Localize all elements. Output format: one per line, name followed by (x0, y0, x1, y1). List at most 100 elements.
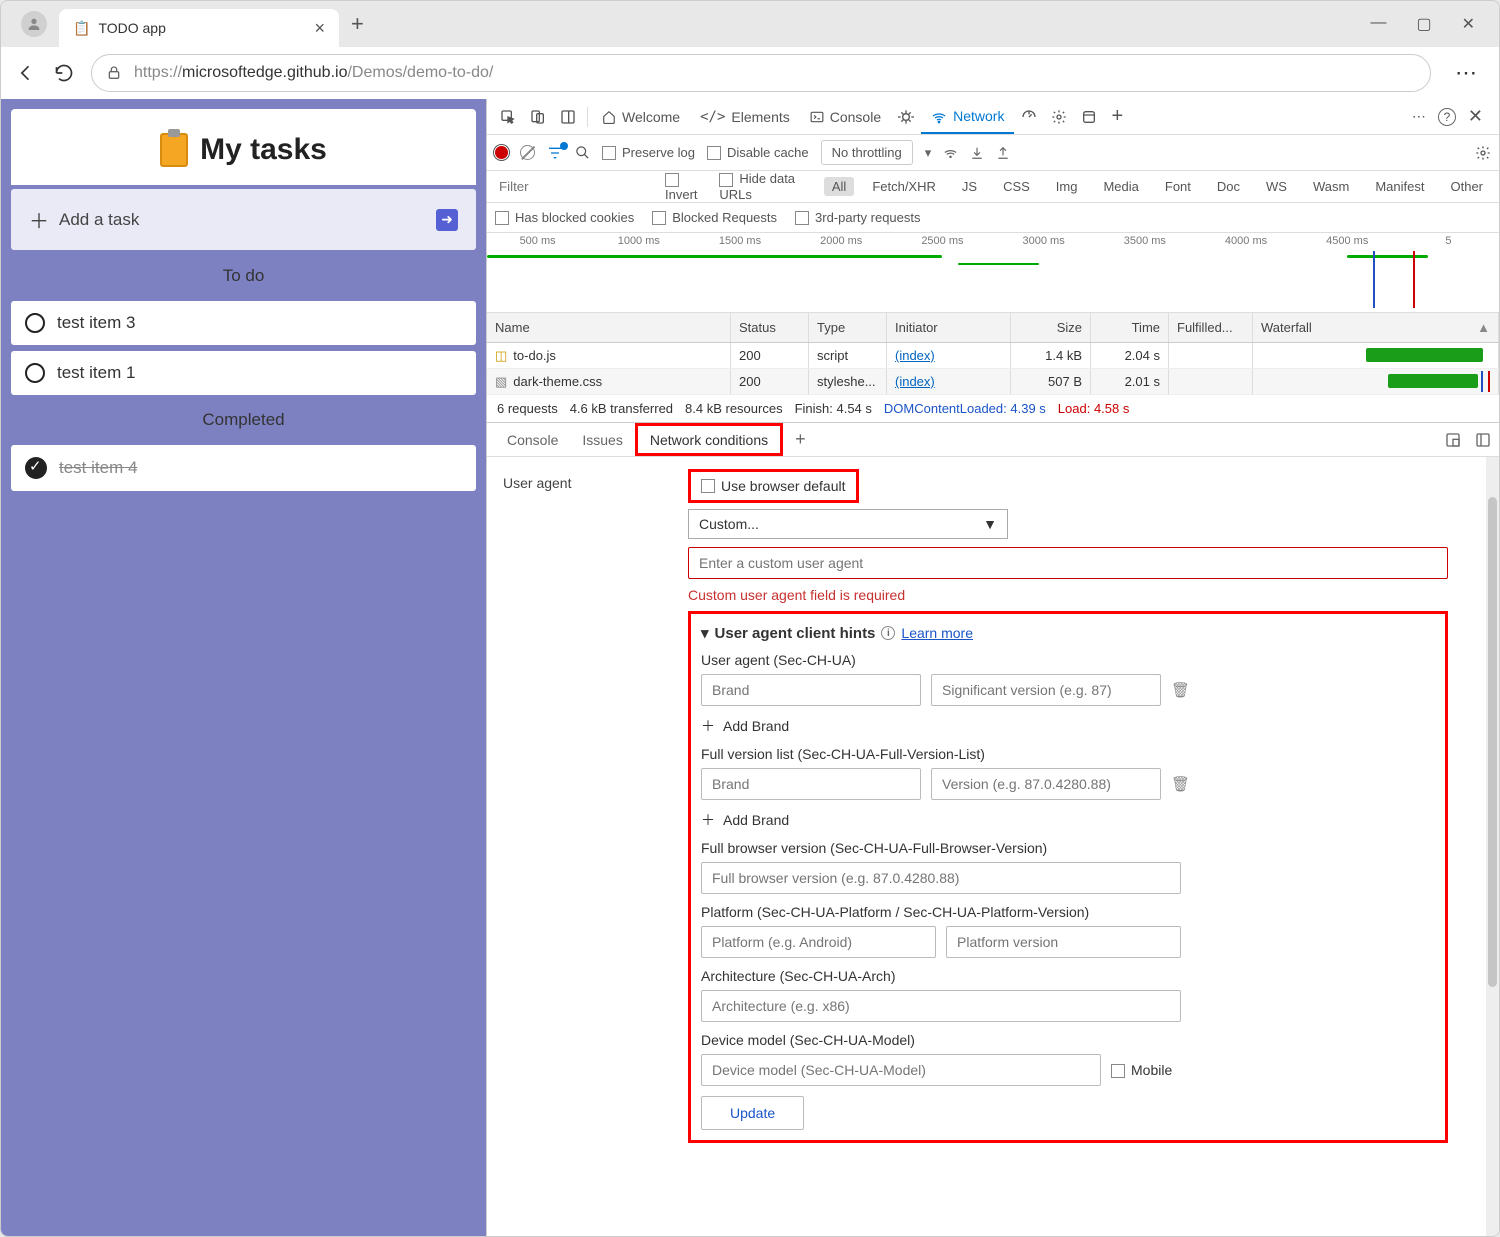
col-name[interactable]: Name (487, 313, 731, 342)
drawer-tab-console[interactable]: Console (495, 423, 570, 456)
tab-elements[interactable]: </>Elements (690, 99, 800, 134)
device-toggle-icon[interactable] (523, 109, 553, 125)
close-window-icon[interactable]: ✕ (1462, 14, 1475, 34)
drawer-tab-network-conditions[interactable]: Network conditions (635, 423, 783, 456)
filter-type[interactable]: Fetch/XHR (864, 177, 944, 196)
col-fulfilled[interactable]: Fulfilled... (1169, 313, 1253, 342)
col-time[interactable]: Time (1091, 313, 1169, 342)
drawer-add-tab-icon[interactable]: + (783, 423, 818, 456)
invert-checkbox[interactable]: Invert (665, 171, 709, 202)
throttle-caret-icon[interactable]: ▾ (925, 145, 932, 161)
full-browser-version-input[interactable] (701, 862, 1181, 894)
filter-type[interactable]: JS (954, 177, 985, 196)
architecture-input[interactable] (701, 990, 1181, 1022)
brand-input[interactable] (701, 768, 921, 800)
client-hints-toggle[interactable]: ▾ User agent client hints i Learn more (701, 624, 1435, 642)
profile-avatar[interactable] (21, 11, 47, 37)
mobile-checkbox[interactable]: Mobile (1111, 1062, 1172, 1078)
filter-type[interactable]: CSS (995, 177, 1038, 196)
platform-version-input[interactable] (946, 926, 1181, 958)
drawer-tab-issues[interactable]: Issues (570, 423, 634, 456)
filter-all[interactable]: All (824, 177, 854, 196)
add-tab-icon[interactable]: + (1104, 105, 1130, 128)
hide-data-urls-checkbox[interactable]: Hide data URLs (719, 171, 813, 202)
initiator-link[interactable]: (index) (895, 374, 935, 389)
record-icon[interactable] (495, 146, 508, 159)
browser-tab[interactable]: 📋 TODO app × (59, 9, 339, 47)
tab-console[interactable]: Console (800, 99, 891, 134)
network-settings-gear-icon[interactable] (1475, 145, 1491, 161)
col-size[interactable]: Size (1011, 313, 1091, 342)
search-icon[interactable] (575, 145, 590, 160)
overview-timeline[interactable]: 500 ms1000 ms1500 ms2000 ms2500 ms3000 m… (487, 233, 1499, 313)
close-devtools-icon[interactable]: ✕ (1468, 106, 1483, 127)
info-icon[interactable]: i (881, 626, 895, 640)
filter-type[interactable]: Other (1442, 177, 1491, 196)
application-icon[interactable] (1074, 109, 1104, 125)
use-browser-default-checkbox[interactable]: Use browser default (688, 469, 859, 503)
filter-type[interactable]: Img (1048, 177, 1086, 196)
request-row[interactable]: ◫to-do.js 200 script (index) 1.4 kB 2.04… (487, 343, 1499, 369)
task-item[interactable]: test item 3 (11, 301, 476, 345)
export-har-icon[interactable] (996, 146, 1010, 160)
significant-version-input[interactable] (931, 674, 1161, 706)
more-tools-icon[interactable]: ⋯ (1412, 108, 1426, 125)
trash-icon[interactable]: 🗑 (1171, 681, 1190, 699)
filter-type[interactable]: Wasm (1305, 177, 1357, 196)
filter-type[interactable]: Font (1157, 177, 1199, 196)
filter-type[interactable]: WS (1258, 177, 1295, 196)
custom-user-agent-input[interactable] (688, 547, 1448, 579)
task-item-completed[interactable]: test item 4 (11, 445, 476, 491)
inspect-icon[interactable] (493, 109, 523, 125)
clear-icon[interactable] (520, 145, 535, 160)
add-brand-button[interactable]: ＋Add Brand (701, 716, 1435, 736)
col-status[interactable]: Status (731, 313, 809, 342)
address-bar[interactable]: https://microsoftedge.github.io/Demos/de… (91, 54, 1431, 92)
blocked-requests-checkbox[interactable]: Blocked Requests (652, 210, 777, 226)
third-party-checkbox[interactable]: 3rd-party requests (795, 210, 921, 226)
settings-gear-icon[interactable] (1044, 109, 1074, 125)
import-har-icon[interactable] (970, 146, 984, 160)
throttling-select[interactable]: No throttling (821, 140, 913, 165)
filter-input[interactable] (495, 175, 655, 198)
user-agent-select[interactable]: Custom...▼ (688, 509, 1008, 539)
site-info-icon[interactable] (106, 65, 122, 81)
scrollbar[interactable] (1486, 457, 1499, 1236)
debug-icon[interactable] (891, 109, 921, 125)
add-brand-button[interactable]: ＋Add Brand (701, 810, 1435, 830)
tab-welcome[interactable]: Welcome (592, 99, 690, 134)
network-conditions-icon[interactable] (943, 145, 958, 160)
radio-unchecked-icon[interactable] (25, 313, 45, 333)
version-input[interactable] (931, 768, 1161, 800)
initiator-link[interactable]: (index) (895, 348, 935, 363)
radio-unchecked-icon[interactable] (25, 363, 45, 383)
learn-more-link[interactable]: Learn more (901, 625, 973, 641)
col-type[interactable]: Type (809, 313, 887, 342)
platform-input[interactable] (701, 926, 936, 958)
minimize-icon[interactable]: — (1370, 14, 1386, 34)
filter-type[interactable]: Manifest (1367, 177, 1432, 196)
back-icon[interactable] (15, 62, 37, 84)
help-icon[interactable]: ? (1438, 108, 1456, 126)
blocked-cookies-checkbox[interactable]: Has blocked cookies (495, 210, 634, 226)
drawer-dock-icon[interactable] (1445, 432, 1461, 448)
submit-arrow-icon[interactable]: ➜ (436, 209, 458, 231)
request-row[interactable]: ▧dark-theme.css 200 styleshe... (index) … (487, 369, 1499, 395)
new-tab-button[interactable]: + (351, 11, 364, 37)
disable-cache-checkbox[interactable]: Disable cache (707, 145, 809, 161)
scrollbar-thumb[interactable] (1488, 497, 1497, 987)
col-waterfall[interactable]: Waterfall▲ (1253, 313, 1499, 342)
col-initiator[interactable]: Initiator (887, 313, 1011, 342)
refresh-icon[interactable] (53, 62, 75, 84)
task-item[interactable]: test item 1 (11, 351, 476, 395)
update-button[interactable]: Update (701, 1096, 804, 1130)
close-tab-icon[interactable]: × (314, 18, 325, 39)
performance-icon[interactable] (1014, 109, 1044, 125)
drawer-expand-icon[interactable] (1475, 432, 1491, 448)
check-circle-icon[interactable] (25, 457, 47, 479)
tab-network[interactable]: Network (921, 99, 1014, 134)
preserve-log-checkbox[interactable]: Preserve log (602, 145, 695, 161)
brand-input[interactable] (701, 674, 921, 706)
browser-menu-icon[interactable]: ⋯ (1447, 60, 1485, 86)
filter-type[interactable]: Media (1095, 177, 1146, 196)
